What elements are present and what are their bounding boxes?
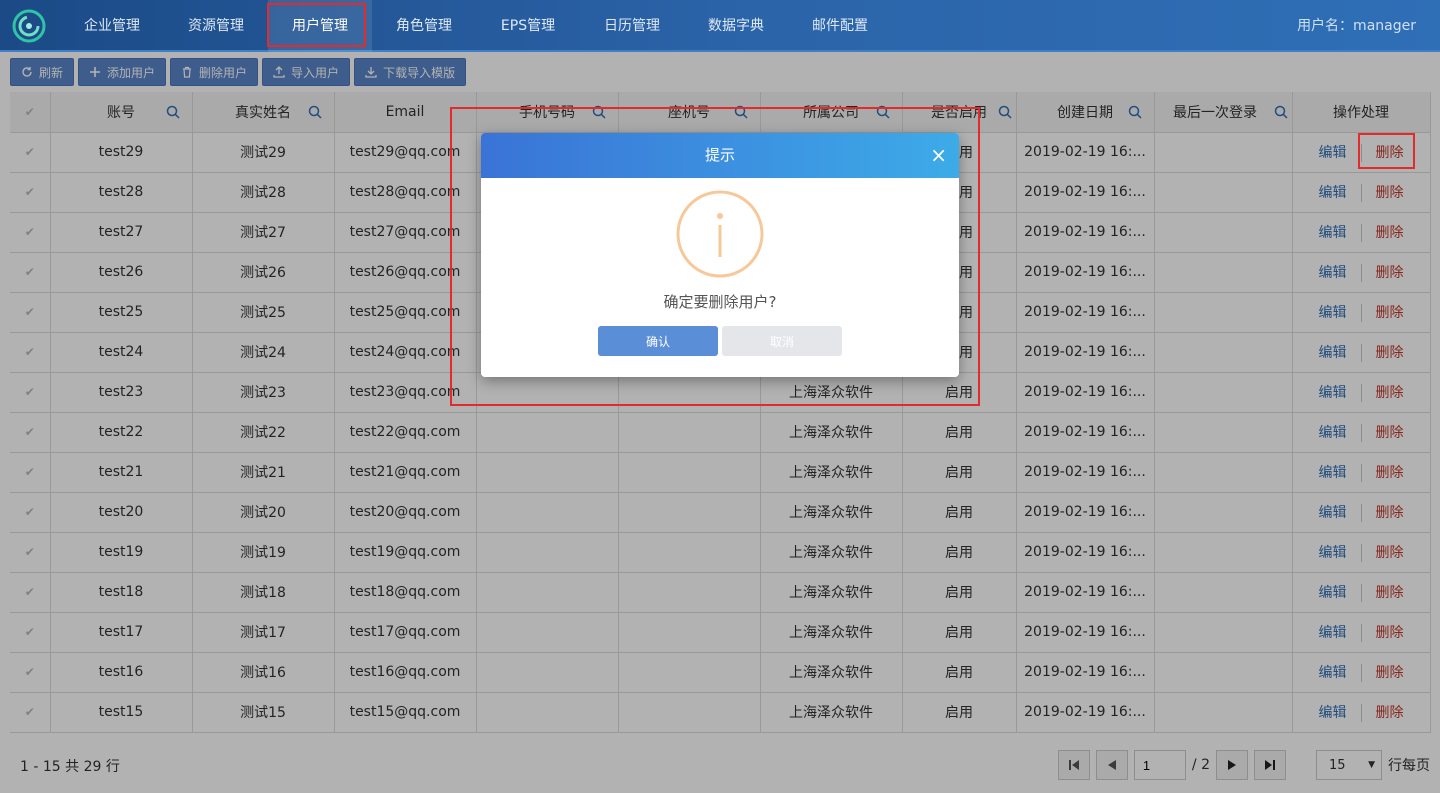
highlight-nav-users (267, 3, 366, 47)
nav-item-enterprise[interactable]: 企业管理 (60, 0, 164, 52)
top-navbar: 企业管理 资源管理 用户管理 角色管理 EPS管理 日历管理 数据字典 邮件配置… (0, 0, 1440, 52)
nav-item-eps[interactable]: EPS管理 (476, 0, 580, 52)
highlight-dialog (450, 107, 980, 406)
highlight-delete-action (1358, 133, 1415, 169)
nav-item-resources[interactable]: 资源管理 (164, 0, 268, 52)
nav-item-roles[interactable]: 角色管理 (372, 0, 476, 52)
nav-item-dictionary[interactable]: 数据字典 (684, 0, 788, 52)
main-nav: 企业管理 资源管理 用户管理 角色管理 EPS管理 日历管理 数据字典 邮件配置 (60, 0, 892, 52)
nav-item-mail[interactable]: 邮件配置 (788, 0, 892, 52)
logo-icon (12, 9, 46, 43)
current-user: 用户名：manager (1297, 18, 1416, 34)
nav-item-calendar[interactable]: 日历管理 (580, 0, 684, 52)
